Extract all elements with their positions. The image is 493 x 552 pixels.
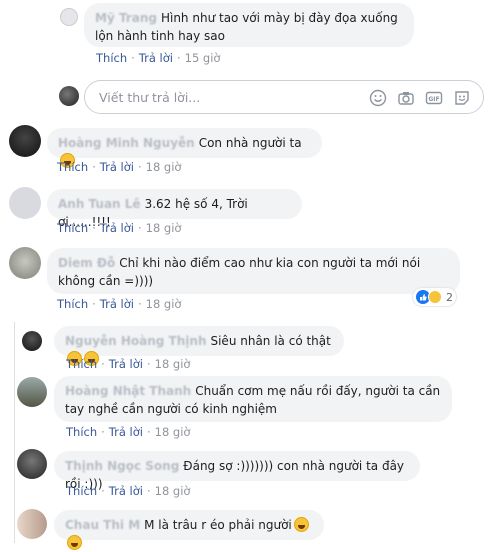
reply-link[interactable]: Trả lời [109,357,143,371]
comment-text: Con nhà người ta [198,136,302,150]
comment-author[interactable]: Hoàng Minh Nguyễn [58,136,195,150]
comment-author[interactable]: Diem Đỗ [58,256,115,270]
like-link[interactable]: Thích [96,51,127,65]
avatar[interactable] [17,449,47,479]
comment-bubble: Nguyễn Hoàng Thịnh Siêu nhân là có thật [54,326,344,366]
like-link[interactable]: Thích [66,484,97,498]
svg-text:GIF: GIF [428,96,439,103]
comment-actions: Thích · Trả lời · 15 giờ [96,51,221,65]
avatar[interactable] [22,331,42,351]
comment-bubble: Chau Thi M M là trâu r éo phải người [54,510,324,550]
smiley-icon[interactable] [369,89,387,107]
reply-link[interactable]: Trả lời [100,297,134,311]
laugh-emoji-icon [293,517,309,532]
camera-icon[interactable] [397,89,415,107]
reply-input[interactable] [97,89,351,106]
comment-text: Siêu nhân là có thật [210,334,331,348]
comment-bubble: Anh Tuan Lê 3.62 hệ số 4, Trời ơi......!!… [47,189,302,229]
comment-bubble: Diem Đỗ Chỉ khi nào điểm cao như kia con … [47,248,460,294]
like-link[interactable]: Thích [66,425,97,439]
comment-author[interactable]: Chau Thi M [65,518,140,532]
reply-link[interactable]: Trả lời [109,425,143,439]
comment-author[interactable]: Hoàng Nhật Thanh [65,384,191,398]
comment-actions: Thích · Trả lời · 18 giờ [66,357,191,371]
avatar[interactable] [60,8,78,26]
like-link[interactable]: Thích [57,297,88,311]
avatar[interactable] [9,125,41,157]
sticker-icon[interactable] [453,89,471,107]
reaction-summary[interactable]: 2 [413,288,456,306]
avatar[interactable] [9,187,41,219]
comment-time[interactable]: 18 giờ [146,221,182,235]
comment-bubble: Hoàng Nhật Thanh Chuẩn cơm mẹ nấu rồi đấy… [54,376,452,422]
avatar[interactable] [17,377,47,407]
comment-bubble: Mỹ Trang Hình như tao với mày bị đày đọa … [84,3,414,47]
reply-link[interactable]: Trả lời [139,51,173,65]
like-link[interactable]: Thích [57,160,88,174]
reply-link[interactable]: Trả lời [109,484,143,498]
reaction-count: 2 [446,290,453,304]
comment-time[interactable]: 18 giờ [146,297,182,311]
comment-time[interactable]: 18 giờ [155,357,191,371]
like-link[interactable]: Thích [66,357,97,371]
comment-time[interactable]: 18 giờ [155,425,191,439]
comment-text: M là trâu r éo phải người [144,518,292,532]
current-user-avatar [59,86,79,106]
comment-actions: Thích · Trả lời · 18 giờ [57,160,182,174]
gif-icon[interactable]: GIF [425,89,443,107]
comment-bubble: Hoàng Minh Nguyễn Con nhà người ta [47,128,322,168]
comment-actions: Thích · Trả lời · 18 giờ [66,425,191,439]
comment-author[interactable]: Anh Tuan Lê [58,197,141,211]
reply-link[interactable]: Trả lời [100,160,134,174]
comment-author[interactable]: Thịnh Ngọc Song [65,459,179,473]
like-link[interactable]: Thích [57,221,88,235]
thread-line [14,322,15,543]
comment-time[interactable]: 15 giờ [185,51,221,65]
comment-time[interactable]: 18 giờ [155,484,191,498]
comment-time[interactable]: 18 giờ [146,160,182,174]
comment-author[interactable]: Mỹ Trang [95,11,157,25]
comment-actions: Thích · Trả lời · 18 giờ [66,484,191,498]
comment-actions: Thích · Trả lời · 18 giờ [57,297,182,311]
reply-box[interactable]: GIF [84,80,484,114]
comment-bubble: Thịnh Ngọc Song Đáng sợ :))))))) con nhà … [54,451,420,491]
comment-author[interactable]: Nguyễn Hoàng Thịnh [65,334,206,348]
avatar[interactable] [17,509,47,539]
haha-reaction-icon [428,290,442,304]
comment-actions: Thích · Trả lời · 18 giờ [57,221,182,235]
reply-link[interactable]: Trả lời [100,221,134,235]
avatar[interactable] [9,247,41,279]
